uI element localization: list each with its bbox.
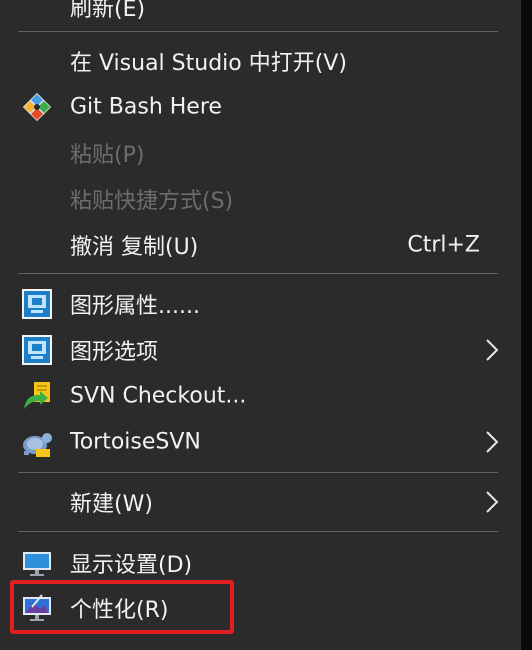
chevron-right-icon [486,431,499,453]
menu-item-label: 显示设置(D) [70,553,193,578]
menu-item-label: 新建(W) [70,492,153,517]
menu-item-label: 图形选项 [70,340,159,365]
window-edge [521,0,532,650]
menu-item-git-bash-here[interactable]: Git Bash Here [0,84,521,130]
chevron-right-icon [486,491,499,513]
graphics-properties-icon [20,287,54,321]
menu-separator [18,531,498,532]
menu-item-refresh[interactable]: 刷新(E) [0,0,521,30]
menu-separator [18,273,498,274]
highlight-box [10,580,234,634]
menu-item-label: 粘贴(P) [70,143,145,168]
menu-item-shortcut: Ctrl+Z [407,232,480,258]
menu-item-label: 粘贴快捷方式(S) [70,189,234,214]
menu-item-paste[interactable]: 粘贴(P) [0,130,521,176]
display-settings-icon [20,546,54,580]
menu-item-label: 刷新(E) [70,0,146,22]
tortoisesvn-icon [20,425,54,459]
menu-item-new[interactable]: 新建(W) [0,479,521,525]
chevron-right-icon [486,339,499,361]
menu-separator [18,472,498,473]
context-menu: 刷新(E) 在 Visual Studio 中打开(V) Git Bash He… [0,0,521,650]
menu-item-label: Git Bash Here [70,94,222,120]
menu-item-label: SVN Checkout... [70,383,247,409]
menu-item-open-in-visual-studio[interactable]: 在 Visual Studio 中打开(V) [0,38,521,84]
graphics-options-icon [20,333,54,367]
menu-separator [18,31,498,32]
menu-item-tortoisesvn[interactable]: TortoiseSVN [0,419,521,465]
menu-item-label: 撤消 复制(U) [70,235,199,260]
menu-item-svn-checkout[interactable]: SVN Checkout... [0,373,521,419]
svn-checkout-icon [20,379,54,413]
git-icon [20,90,54,124]
menu-item-undo-copy[interactable]: 撤消 复制(U) Ctrl+Z [0,222,521,268]
menu-item-label: TortoiseSVN [70,429,201,455]
menu-item-label: 图形属性...... [70,294,200,319]
menu-item-paste-shortcut[interactable]: 粘贴快捷方式(S) [0,176,521,222]
menu-item-label: 在 Visual Studio 中打开(V) [70,51,347,76]
menu-item-graphics-properties[interactable]: 图形属性...... [0,281,521,327]
menu-item-graphics-options[interactable]: 图形选项 [0,327,521,373]
